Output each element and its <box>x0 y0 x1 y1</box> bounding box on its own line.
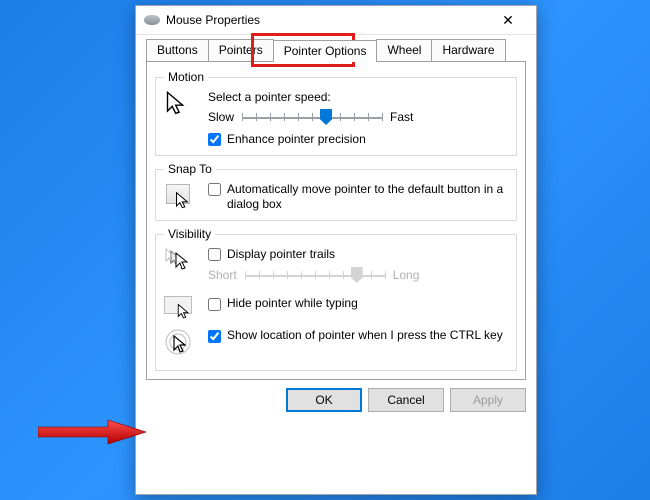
locate-pointer-icon <box>164 328 198 358</box>
enhance-precision-checkbox[interactable]: Enhance pointer precision <box>208 132 508 147</box>
long-label: Long <box>393 268 420 282</box>
ok-button[interactable]: OK <box>286 388 362 412</box>
show-location-label: Show location of pointer when I press th… <box>227 328 503 343</box>
hide-pointer-icon <box>164 296 198 322</box>
fast-label: Fast <box>390 110 413 124</box>
annotation-arrow <box>38 418 148 448</box>
motion-legend: Motion <box>164 70 208 84</box>
pointer-speed-icon <box>164 90 198 124</box>
window-title: Mouse Properties <box>166 13 488 27</box>
close-button[interactable]: ✕ <box>488 9 528 31</box>
pointer-speed-label: Select a pointer speed: <box>208 90 508 104</box>
pointer-trails-label: Display pointer trails <box>227 247 335 262</box>
apply-button: Apply <box>450 388 526 412</box>
motion-group: Motion Select a pointer speed: Slow Fast <box>155 70 517 156</box>
tab-panel: Motion Select a pointer speed: Slow Fast <box>146 62 526 380</box>
pointer-trails-slider: Short Long <box>208 266 508 284</box>
dialog-content: Buttons Pointers Pointer Options Wheel H… <box>136 35 536 380</box>
snapto-icon <box>164 182 198 212</box>
hide-pointer-label: Hide pointer while typing <box>227 296 358 311</box>
mouse-properties-dialog: Mouse Properties ✕ Buttons Pointers Poin… <box>135 5 537 495</box>
cancel-button[interactable]: Cancel <box>368 388 444 412</box>
tab-wheel[interactable]: Wheel <box>376 39 432 61</box>
pointer-speed-slider[interactable]: Slow Fast <box>208 108 508 126</box>
tab-pointer-options[interactable]: Pointer Options <box>273 40 378 62</box>
titlebar[interactable]: Mouse Properties ✕ <box>136 6 536 35</box>
tab-strip: Buttons Pointers Pointer Options Wheel H… <box>146 39 526 62</box>
snapto-checkbox[interactable]: Automatically move pointer to the defaul… <box>208 182 508 212</box>
pointer-trails-checkbox[interactable]: Display pointer trails <box>208 247 508 262</box>
snapto-label: Automatically move pointer to the defaul… <box>227 182 508 212</box>
snapto-legend: Snap To <box>164 162 216 176</box>
pointer-trails-icon <box>164 247 198 275</box>
visibility-legend: Visibility <box>164 227 215 241</box>
tab-hardware[interactable]: Hardware <box>431 39 505 61</box>
tab-pointers[interactable]: Pointers <box>208 39 274 61</box>
slow-label: Slow <box>208 110 234 124</box>
visibility-group: Visibility Display pointer trails <box>155 227 517 371</box>
show-location-checkbox[interactable]: Show location of pointer when I press th… <box>208 328 508 343</box>
short-label: Short <box>208 268 237 282</box>
snapto-group: Snap To Automatically move pointer to th… <box>155 162 517 221</box>
hide-pointer-checkbox[interactable]: Hide pointer while typing <box>208 296 508 311</box>
enhance-precision-label: Enhance pointer precision <box>227 132 366 147</box>
tab-buttons[interactable]: Buttons <box>146 39 209 61</box>
mouse-icon <box>144 15 160 25</box>
dialog-buttons: OK Cancel Apply <box>136 380 536 422</box>
